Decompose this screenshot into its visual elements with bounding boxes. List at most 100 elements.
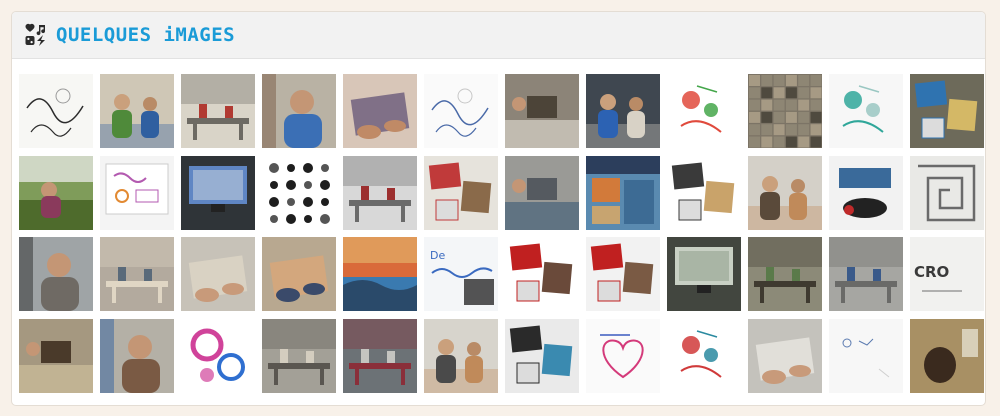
thumbnail-image xyxy=(181,74,255,148)
image-gallery: De CRO xyxy=(19,74,984,393)
gallery-thumbnail[interactable] xyxy=(19,155,93,230)
gallery-thumbnail[interactable] xyxy=(829,318,903,393)
gallery-thumbnail[interactable] xyxy=(505,74,579,148)
thumbnail-image xyxy=(424,318,498,393)
gallery-thumbnail[interactable] xyxy=(424,318,498,393)
thumbnail-image xyxy=(829,237,903,311)
gallery-thumbnail[interactable] xyxy=(262,318,336,393)
images-panel: QUELQUES iMAGES De CRO xyxy=(11,11,986,406)
gallery-thumbnail[interactable] xyxy=(19,74,93,148)
thumbnail-image xyxy=(343,318,417,393)
gallery-thumbnail[interactable] xyxy=(424,74,498,148)
thumbnail-image xyxy=(181,155,255,230)
gallery-thumbnail[interactable] xyxy=(586,155,660,230)
thumbnail-image xyxy=(343,237,417,311)
thumbnail-image xyxy=(505,74,579,148)
thumbnail-image xyxy=(262,74,336,148)
thumbnail-image xyxy=(667,237,741,311)
thumbnail-image xyxy=(910,155,984,230)
thumbnail-image xyxy=(667,155,741,230)
gallery-thumbnail[interactable] xyxy=(748,155,822,230)
gallery-thumbnail[interactable] xyxy=(262,74,336,148)
gallery-thumbnail[interactable] xyxy=(505,318,579,393)
thumbnail-image xyxy=(100,74,174,148)
gallery-thumbnail[interactable]: CRO xyxy=(910,237,984,311)
gallery-thumbnail[interactable] xyxy=(181,155,255,230)
thumbnail-image xyxy=(748,237,822,311)
gallery-thumbnail[interactable] xyxy=(586,74,660,148)
thumbnail-image xyxy=(748,318,822,393)
gallery-thumbnail[interactable] xyxy=(262,155,336,230)
thumbnail-image xyxy=(100,237,174,311)
gallery-thumbnail[interactable] xyxy=(667,155,741,230)
gallery-thumbnail[interactable]: De xyxy=(424,237,498,311)
gallery-thumbnail[interactable] xyxy=(343,318,417,393)
gallery-thumbnail[interactable] xyxy=(910,318,984,393)
gallery-thumbnail[interactable] xyxy=(910,155,984,230)
panel-title: QUELQUES iMAGES xyxy=(56,24,236,46)
gallery-thumbnail[interactable] xyxy=(667,318,741,393)
svg-text:De: De xyxy=(430,249,445,262)
thumbnail-image xyxy=(586,155,660,230)
gallery-thumbnail[interactable] xyxy=(829,155,903,230)
thumbnail-image xyxy=(343,74,417,148)
gallery-thumbnail[interactable] xyxy=(505,237,579,311)
gallery-thumbnail[interactable] xyxy=(748,237,822,311)
gallery-thumbnail[interactable] xyxy=(19,237,93,311)
thumbnail-image xyxy=(424,155,498,230)
gallery-thumbnail[interactable] xyxy=(262,237,336,311)
gallery-thumbnail[interactable] xyxy=(343,155,417,230)
gallery-thumbnail[interactable] xyxy=(748,74,822,148)
gallery-thumbnail[interactable] xyxy=(19,318,93,393)
thumbnail-image xyxy=(505,237,579,311)
thumbnail-image xyxy=(667,74,741,148)
gallery-thumbnail[interactable] xyxy=(100,155,174,230)
thumbnail-image xyxy=(910,318,984,393)
thumbnail-image: De xyxy=(424,237,498,311)
gallery-thumbnail[interactable] xyxy=(181,74,255,148)
gallery-thumbnail[interactable] xyxy=(748,318,822,393)
thumbnail-image xyxy=(748,74,822,148)
thumbnail-image xyxy=(829,155,903,230)
thumbnail-image xyxy=(19,155,93,230)
thumbnail-image xyxy=(100,155,174,230)
thumbnail-image xyxy=(829,318,903,393)
thumbnail-image xyxy=(181,318,255,393)
svg-text:CRO: CRO xyxy=(914,263,949,281)
thumbnail-image xyxy=(586,318,660,393)
thumbnail-image xyxy=(910,74,984,148)
gallery-thumbnail[interactable] xyxy=(100,74,174,148)
thumbnail-image xyxy=(181,237,255,311)
panel-header: QUELQUES iMAGES xyxy=(12,12,985,59)
gallery-thumbnail[interactable] xyxy=(100,318,174,393)
gallery-thumbnail[interactable] xyxy=(586,318,660,393)
gallery-thumbnail[interactable] xyxy=(424,155,498,230)
gallery-thumbnail[interactable] xyxy=(181,318,255,393)
thumbnail-image xyxy=(19,318,93,393)
gallery-thumbnail[interactable] xyxy=(343,74,417,148)
gallery-thumbnail[interactable] xyxy=(829,237,903,311)
gallery-thumbnail[interactable] xyxy=(181,237,255,311)
thumbnail-image xyxy=(667,318,741,393)
gallery-thumbnail[interactable] xyxy=(667,74,741,148)
gallery-thumbnail[interactable] xyxy=(505,155,579,230)
gallery-thumbnail[interactable] xyxy=(829,74,903,148)
gallery-thumbnail[interactable] xyxy=(910,74,984,148)
thumbnail-image xyxy=(586,237,660,311)
gallery-thumbnail[interactable] xyxy=(100,237,174,311)
thumbnail-image xyxy=(586,74,660,148)
thumbnail-image xyxy=(424,74,498,148)
thumbnail-image: CRO xyxy=(910,237,984,311)
gallery-thumbnail[interactable] xyxy=(667,237,741,311)
thumbnail-image xyxy=(505,318,579,393)
gallery-thumbnail[interactable] xyxy=(586,237,660,311)
thumbnail-image xyxy=(100,318,174,393)
thumbnail-image xyxy=(19,74,93,148)
thumbnail-image xyxy=(505,155,579,230)
thumbnail-image xyxy=(262,237,336,311)
thumbnail-image xyxy=(262,318,336,393)
thumbnail-image xyxy=(343,155,417,230)
art-shapes-icon xyxy=(25,23,46,46)
gallery-thumbnail[interactable] xyxy=(343,237,417,311)
thumbnail-image xyxy=(748,155,822,230)
